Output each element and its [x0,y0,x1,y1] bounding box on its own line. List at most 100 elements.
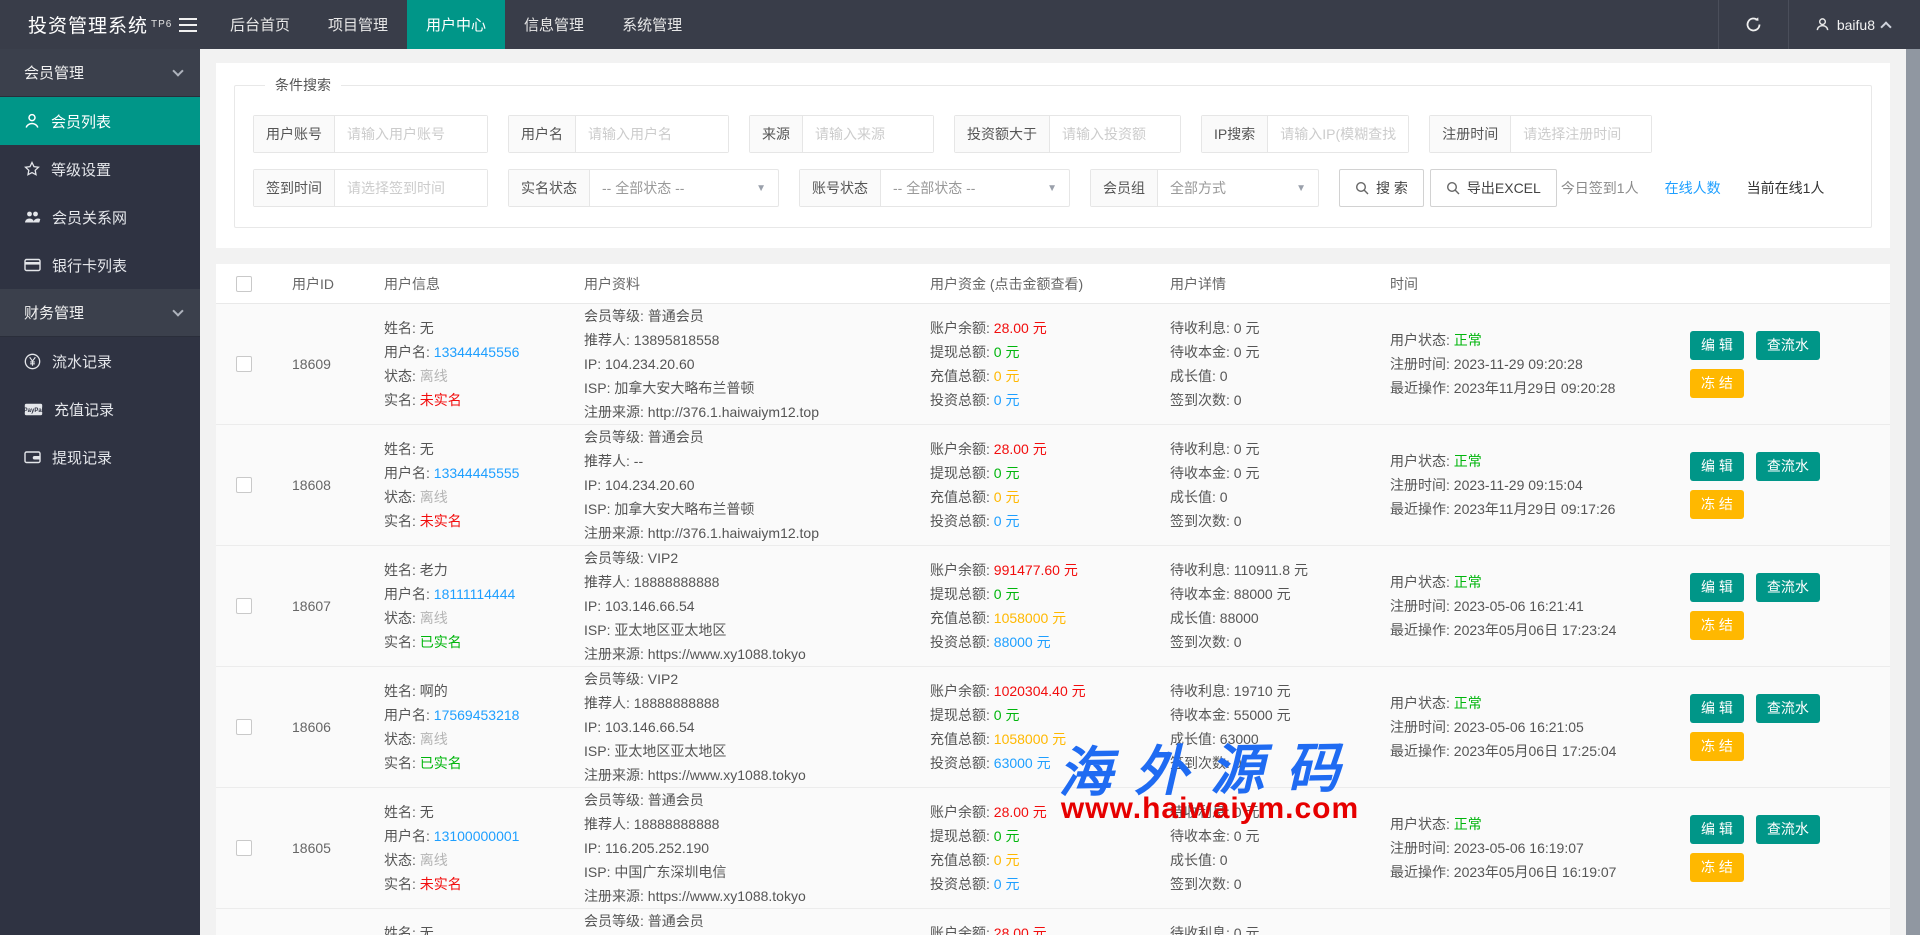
username-link[interactable]: 17569453218 [434,707,520,723]
user-funds-cell: 账户余额: 991477.60 元 提现总额: 0 元 充值总额: 105800… [930,558,1170,654]
table-row: 18604 姓名: 无 用户名: 15764342580 状态: 离线 实名: … [216,909,1890,935]
sidebar-item-bank-cards[interactable]: 银行卡列表 [0,241,200,289]
refresh-icon[interactable] [1719,0,1788,49]
principal-label: 待收本金: [1170,828,1230,844]
freeze-button[interactable]: 冻 结 [1690,732,1744,761]
edit-button[interactable]: 编 辑 [1690,573,1744,602]
vertical-scrollbar[interactable] [1906,49,1920,935]
user-details-cell: 待收利息: 0 元 待收本金: 0 元 成长值: 0 签到次数: 0 [1170,800,1390,896]
ip-value: 116.205.252.190 [605,840,709,856]
username-input[interactable] [576,116,728,152]
nav-item-home[interactable]: 后台首页 [211,0,309,49]
balance-value[interactable]: 28.00 元 [994,804,1047,820]
nav-item-system[interactable]: 系统管理 [603,0,701,49]
sidebar-group-finance[interactable]: 财务管理 [0,289,200,337]
svg-text:PayPal: PayPal [24,408,43,414]
invest-value[interactable]: 0 元 [994,513,1020,529]
username-link[interactable]: 13344445555 [434,465,520,481]
view-flow-button[interactable]: 查流水 [1756,573,1820,602]
withdraw-value[interactable]: 0 元 [994,586,1020,602]
withdraw-value[interactable]: 0 元 [994,465,1020,481]
nav-item-projects[interactable]: 项目管理 [309,0,407,49]
recharge-value[interactable]: 1058000 元 [994,610,1066,626]
balance-value[interactable]: 1020304.40 元 [994,683,1086,699]
balance-value[interactable]: 991477.60 元 [994,562,1078,578]
register-time-input[interactable] [1511,116,1651,152]
edit-button[interactable]: 编 辑 [1690,815,1744,844]
member-group-select[interactable]: 全部方式 ▼ [1158,170,1318,206]
recharge-value[interactable]: 0 元 [994,489,1020,505]
recharge-value[interactable]: 1058000 元 [994,731,1066,747]
export-excel-button[interactable]: 导出EXCEL [1430,169,1557,207]
reg-time-label: 注册时间: [1390,356,1450,372]
nav-item-info[interactable]: 信息管理 [505,0,603,49]
search-button[interactable]: 搜 索 [1339,169,1424,207]
invest-value[interactable]: 63000 元 [994,755,1051,771]
freeze-button[interactable]: 冻 结 [1690,490,1744,519]
reg-time-value: 2023-11-29 09:20:28 [1454,356,1583,372]
invest-amount-input[interactable] [1050,116,1180,152]
user-menu[interactable]: baifu8 [1789,0,1898,49]
table-row: 18606 姓名: 啊的 用户名: 17569453218 状态: 离线 实名:… [216,667,1890,788]
freeze-button[interactable]: 冻 结 [1690,611,1744,640]
sidebar-item-recharge-records[interactable]: PayPal 充值记录 [0,385,200,433]
hamburger-menu-icon[interactable] [165,0,211,49]
level-label: 会员等级: [584,550,644,566]
withdraw-value[interactable]: 0 元 [994,707,1020,723]
invest-value[interactable]: 0 元 [994,876,1020,892]
ip-search-input[interactable] [1268,116,1408,152]
username-link[interactable]: 18111114444 [434,586,516,602]
invest-value[interactable]: 0 元 [994,392,1020,408]
balance-value[interactable]: 28.00 元 [994,925,1047,935]
interest-label: 待收利息: [1170,683,1230,699]
source-value: https://www.xy1088.tokyo [648,646,806,662]
view-flow-button[interactable]: 查流水 [1756,452,1820,481]
invest-label: 投资总额: [930,876,990,892]
edit-button[interactable]: 编 辑 [1690,452,1744,481]
edit-button[interactable]: 编 辑 [1690,331,1744,360]
online-count-link[interactable]: 在线人数 [1665,178,1721,198]
interest-label: 待收利息: [1170,320,1230,336]
sidebar-item-withdraw-records[interactable]: 提现记录 [0,433,200,481]
source-label: 注册来源: [584,525,644,541]
sidebar-item-member-list[interactable]: 会员列表 [0,97,200,145]
invest-value[interactable]: 88000 元 [994,634,1051,650]
withdraw-value[interactable]: 0 元 [994,344,1020,360]
realname-status-select[interactable]: -- 全部状态 -- ▼ [590,170,778,206]
growth-label: 成长值: [1170,852,1216,868]
row-checkbox[interactable] [236,477,252,493]
balance-value[interactable]: 28.00 元 [994,441,1047,457]
status-label: 状态: [384,610,416,626]
row-checkbox[interactable] [236,598,252,614]
recharge-value[interactable]: 0 元 [994,852,1020,868]
recharge-value[interactable]: 0 元 [994,368,1020,384]
edit-button[interactable]: 编 辑 [1690,694,1744,723]
freeze-button[interactable]: 冻 结 [1690,853,1744,882]
row-checkbox[interactable] [236,356,252,372]
row-checkbox[interactable] [236,840,252,856]
username-link[interactable]: 13100000001 [434,828,520,844]
withdraw-value[interactable]: 0 元 [994,828,1020,844]
source-input[interactable] [803,116,933,152]
sidebar-item-label: 流水记录 [52,351,112,372]
select-all-checkbox[interactable] [236,276,252,292]
sidebar-group-members[interactable]: 会员管理 [0,49,200,97]
sidebar-item-level-settings[interactable]: 等级设置 [0,145,200,193]
account-status-select[interactable]: -- 全部状态 -- ▼ [881,170,1069,206]
interest-label: 待收利息: [1170,562,1230,578]
magnifier-icon [1355,181,1369,195]
balance-value[interactable]: 28.00 元 [994,320,1047,336]
checkin-time-input[interactable] [335,170,487,206]
view-flow-button[interactable]: 查流水 [1756,815,1820,844]
sidebar-item-relationship-net[interactable]: 会员关系网 [0,193,200,241]
table-row: 18608 姓名: 无 用户名: 13344445555 状态: 离线 实名: … [216,425,1890,546]
username-link[interactable]: 13344445556 [434,344,520,360]
row-checkbox[interactable] [236,719,252,735]
sidebar-item-flow-records[interactable]: 流水记录 [0,337,200,385]
view-flow-button[interactable]: 查流水 [1756,331,1820,360]
freeze-button[interactable]: 冻 结 [1690,369,1744,398]
user-account-input[interactable] [335,116,487,152]
nav-item-user-center[interactable]: 用户中心 [407,0,505,49]
view-flow-button[interactable]: 查流水 [1756,694,1820,723]
principal-value: 88000 元 [1234,586,1291,602]
